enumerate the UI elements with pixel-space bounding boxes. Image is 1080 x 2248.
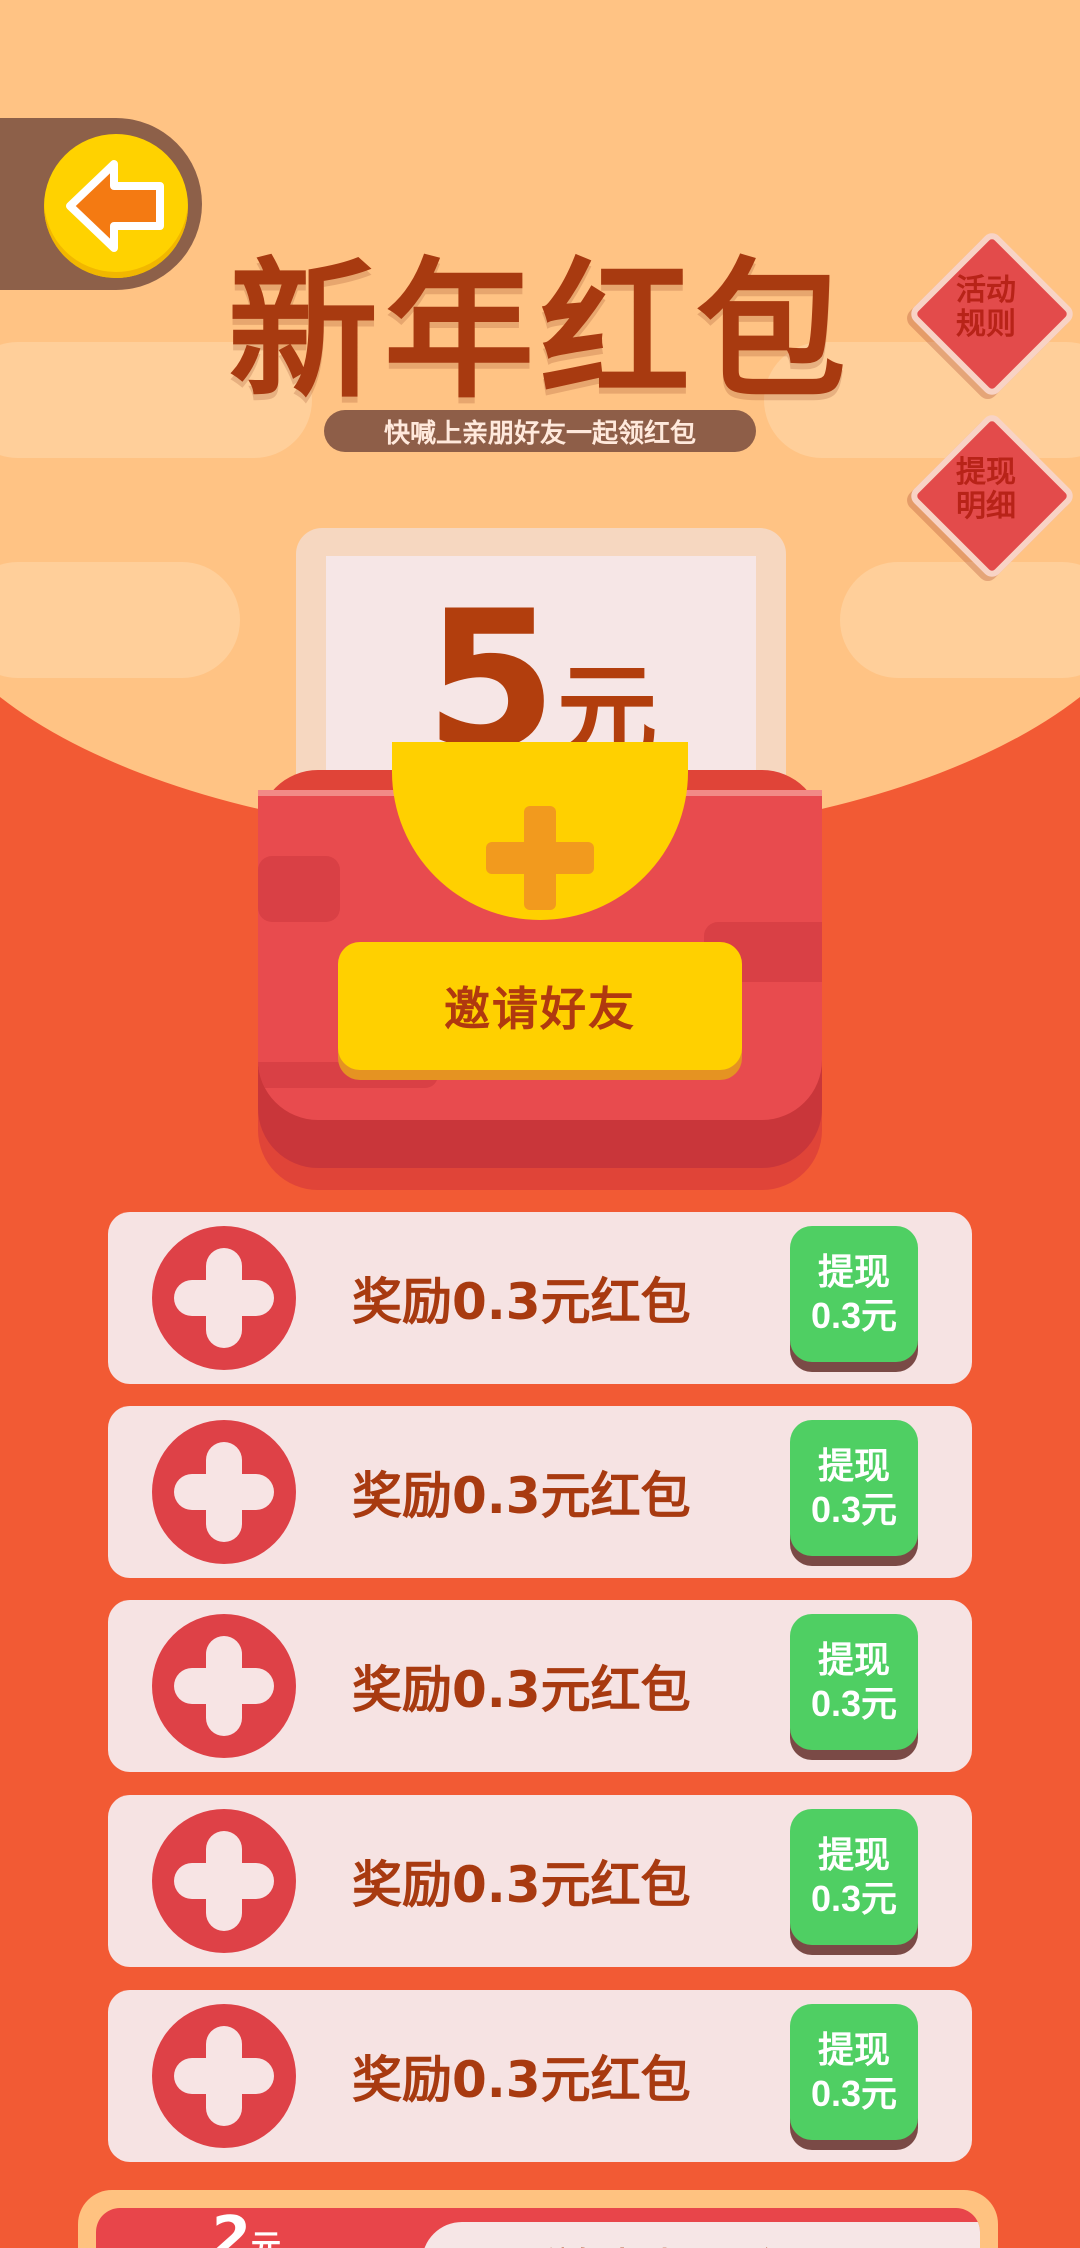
withdraw-button-line1: 提现: [817, 2029, 890, 2070]
milestone-reward-badge: 2元: [212, 2208, 281, 2248]
reward-row: 奖励0.3元红包 提现 0.3元: [108, 1795, 972, 1967]
withdraw-button-line2: 0.3元: [810, 2073, 898, 2114]
withdraw-button-line2: 0.3元: [810, 1683, 898, 1724]
reward-row: 奖励0.3元红包 提现 0.3元: [108, 1406, 972, 1578]
withdraw-button[interactable]: 提现 0.3元: [790, 1420, 918, 1556]
cloud-decoration: [0, 562, 240, 678]
new-year-red-packet-screen: 新年红包 快喊上亲朋好友一起领红包 活动 规则 提现 明细 5元 邀请好友 奖励0.…: [0, 0, 1080, 2248]
plus-icon: [152, 1614, 296, 1758]
milestone-card: 2元 10位好友达到10级: [96, 2208, 980, 2248]
withdraw-button[interactable]: 提现 0.3元: [790, 1614, 918, 1750]
page-subtitle: 快喊上亲朋好友一起领红包: [324, 410, 756, 452]
activity-rules-button[interactable]: 活动 规则: [906, 228, 1077, 399]
withdraw-button[interactable]: 提现 0.3元: [790, 2004, 918, 2140]
withdraw-detail-line1: 提现: [956, 455, 1016, 490]
reward-label: 奖励0.3元红包: [352, 1467, 691, 1525]
plus-icon: [152, 1226, 296, 1370]
withdraw-button[interactable]: 提现 0.3元: [790, 1809, 918, 1945]
withdraw-detail-line2: 明细: [956, 489, 1016, 524]
invite-friends-button[interactable]: 邀请好友: [338, 942, 742, 1070]
reward-row: 奖励0.3元红包 提现 0.3元: [108, 1990, 972, 2162]
cloud-decoration: [840, 562, 1080, 678]
milestone-reward-amount: 2: [212, 2208, 251, 2248]
withdraw-button-line2: 0.3元: [810, 1878, 898, 1919]
envelope-stripe: [258, 856, 340, 922]
reward-label: 奖励0.3元红包: [352, 1661, 691, 1719]
withdraw-button-line2: 0.3元: [810, 1295, 898, 1336]
milestone-reward-unit: 元: [250, 2229, 281, 2248]
reward-label: 奖励0.3元红包: [352, 1273, 691, 1331]
reward-row: 奖励0.3元红包 提现 0.3元: [108, 1600, 972, 1772]
withdraw-button-line2: 0.3元: [810, 1489, 898, 1530]
withdraw-detail-label: 提现 明细: [906, 410, 1066, 570]
activity-rules-line2: 规则: [956, 307, 1016, 342]
reward-row: 奖励0.3元红包 提现 0.3元: [108, 1212, 972, 1384]
withdraw-button-line1: 提现: [817, 1834, 890, 1875]
withdraw-detail-button[interactable]: 提现 明细: [906, 410, 1077, 581]
withdraw-button-line1: 提现: [817, 1251, 890, 1292]
withdraw-button-line1: 提现: [817, 1445, 890, 1486]
activity-rules-label: 活动 规则: [906, 228, 1066, 388]
activity-rules-line1: 活动: [956, 273, 1016, 308]
plus-icon: [152, 1809, 296, 1953]
withdraw-button-line1: 提现: [817, 1639, 890, 1680]
reward-label: 奖励0.3元红包: [352, 1856, 691, 1914]
milestone-text: 10位好友达到10级: [494, 2238, 793, 2248]
withdraw-button[interactable]: 提现 0.3元: [790, 1226, 918, 1362]
reward-label: 奖励0.3元红包: [352, 2051, 691, 2109]
plus-icon: [152, 1420, 296, 1564]
plus-icon: [152, 2004, 296, 2148]
